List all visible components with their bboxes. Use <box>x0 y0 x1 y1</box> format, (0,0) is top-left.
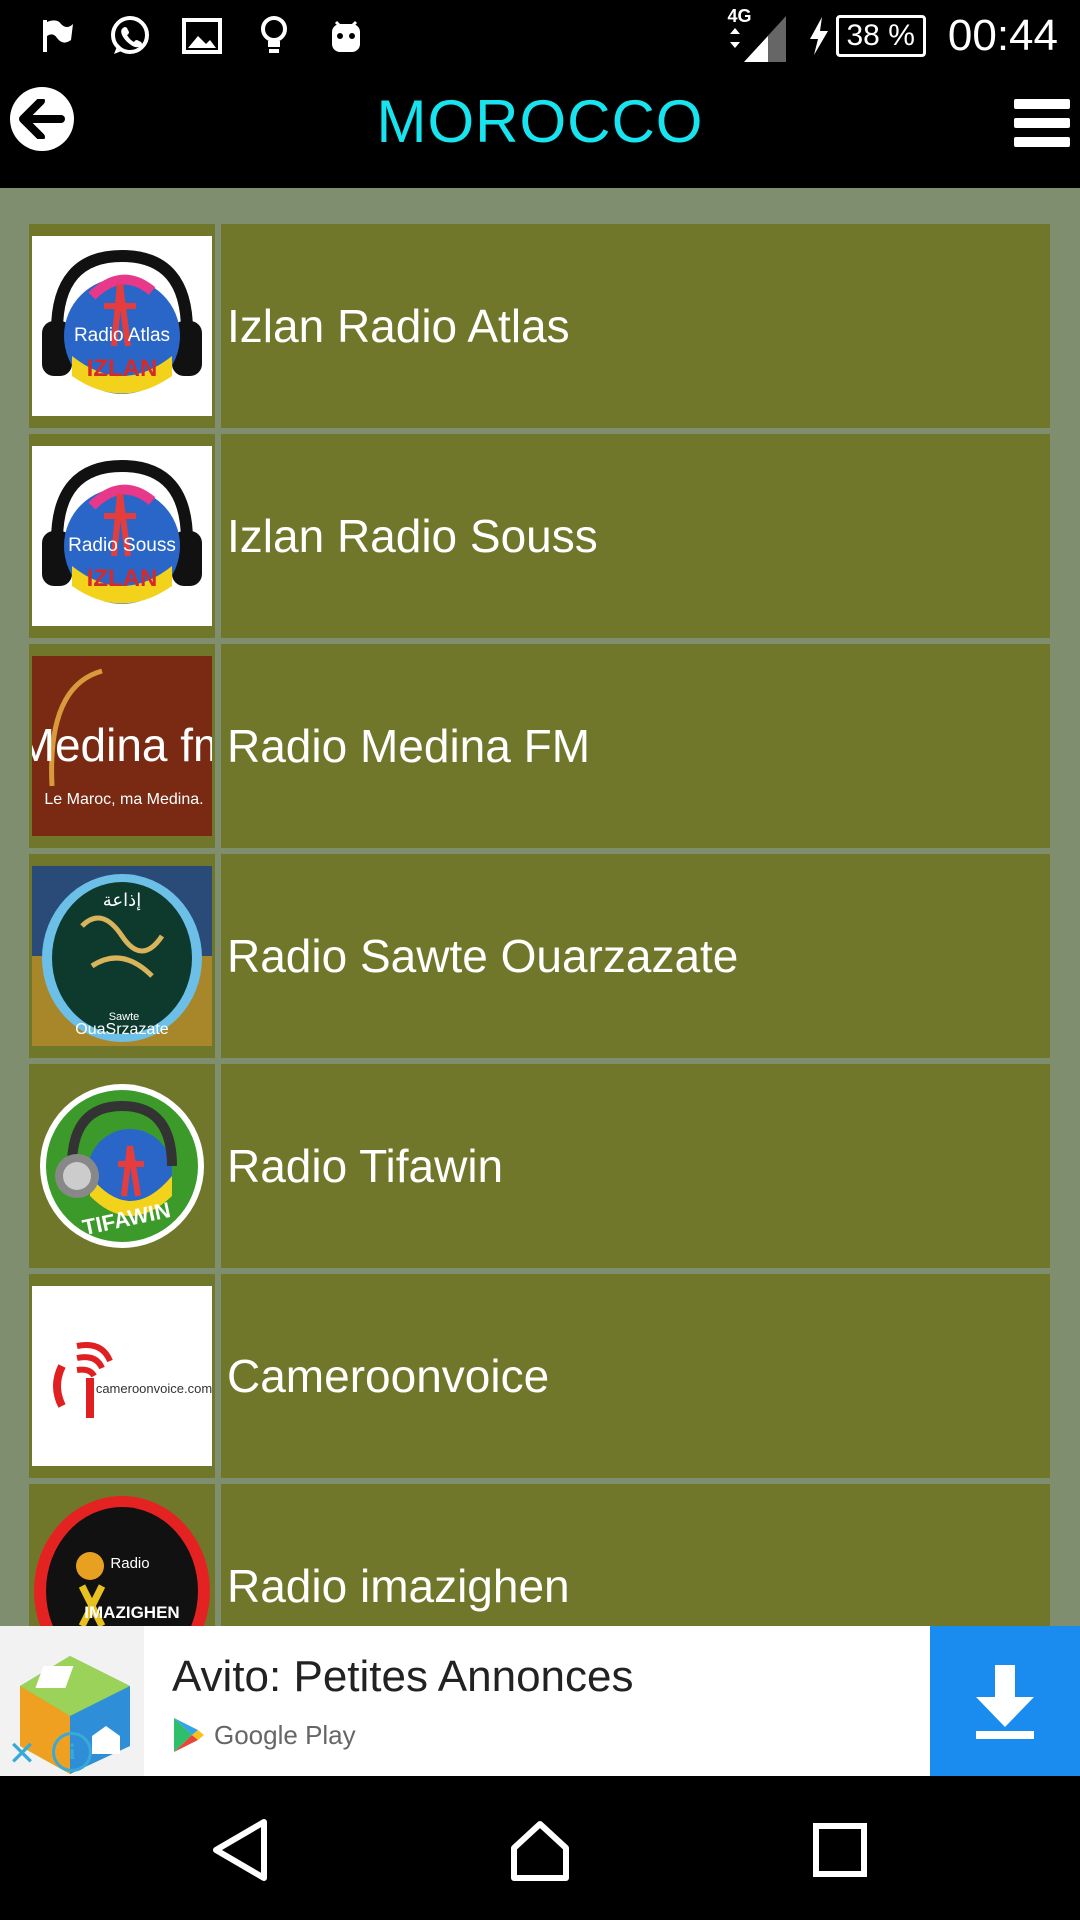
navigation-bar <box>0 1776 1080 1920</box>
android-icon <box>324 14 368 58</box>
battery-indicator: 38 % <box>808 15 926 57</box>
triangle-back-icon <box>213 1819 267 1881</box>
radio-imazighen-logo: Radio IMAZIGHEN <box>32 1496 212 1626</box>
flag-icon <box>36 14 80 58</box>
sawte-ouarzazate-logo: إذاعة Sawte OuaSrzazate <box>32 866 212 1046</box>
notification-icons <box>36 14 368 58</box>
logo-subtext: IZLAN <box>87 565 158 592</box>
whatsapp-icon <box>108 14 152 58</box>
cameroonvoice-logo: cameroonvoice.com <box>32 1286 212 1466</box>
station-row[interactable]: cameroonvoice.com Cameroonvoice <box>29 1274 1050 1478</box>
station-logo-cell: TIFAWIN <box>29 1064 215 1268</box>
download-icon <box>976 1665 1034 1739</box>
station-list-container[interactable]: Radio Atlas IZLAN Izlan Radio Atlas Radi… <box>0 188 1080 1626</box>
google-play-icon <box>174 1718 204 1752</box>
station-name-cell: Radio imazighen <box>221 1484 1050 1626</box>
station-name: Radio imazighen <box>227 1560 570 1612</box>
station-row[interactable]: Radio Atlas IZLAN Izlan Radio Atlas <box>29 224 1050 428</box>
station-name-cell: Radio Sawte Ouarzazate <box>221 854 1050 1058</box>
station-name-cell: Radio Tifawin <box>221 1064 1050 1268</box>
nav-recents-button[interactable] <box>800 1810 880 1890</box>
menu-line <box>1014 118 1070 128</box>
status-bar: 4G 38 % 00:44 <box>0 0 1080 75</box>
signal-icon: 4G <box>724 6 794 64</box>
ad-store-badge: Google Play <box>172 1716 356 1754</box>
station-logo-cell: cameroonvoice.com <box>29 1274 215 1478</box>
medina-fm-logo: Medina fm Le Maroc, ma Medina. <box>32 656 212 836</box>
lightbulb-icon <box>252 14 296 58</box>
clock: 00:44 <box>947 11 1058 60</box>
logo-text: cameroonvoice.com <box>96 1381 212 1396</box>
menu-line <box>1014 99 1070 109</box>
ad-info-icon[interactable]: i <box>52 1732 92 1772</box>
station-name: Radio Tifawin <box>227 1140 504 1192</box>
station-row[interactable]: Radio Souss IZLAN Izlan Radio Souss <box>29 434 1050 638</box>
nav-home-button[interactable] <box>500 1810 580 1890</box>
station-logo-cell: Radio Souss IZLAN <box>29 434 215 638</box>
app-bar: MOROCCO <box>0 75 1080 188</box>
store-name: Google Play <box>214 1719 356 1750</box>
station-name: Izlan Radio Souss <box>227 510 598 562</box>
station-row[interactable]: Medina fm Le Maroc, ma Medina. Radio Med… <box>29 644 1050 848</box>
station-name-cell: Radio Medina FM <box>221 644 1050 848</box>
battery-level: 38 % <box>835 15 926 57</box>
logo-subtext: OuaSrzazate <box>75 1021 168 1038</box>
logo-subtext: IZLAN <box>87 355 158 382</box>
square-recents-icon <box>813 1823 867 1877</box>
izlan-radio-atlas-logo: Radio Atlas IZLAN <box>32 236 212 416</box>
station-name-cell: Izlan Radio Souss <box>221 434 1050 638</box>
tifawin-logo: TIFAWIN <box>32 1076 212 1256</box>
svg-text:إذاعة: إذاعة <box>103 890 141 911</box>
logo-text: Radio Atlas <box>74 325 170 346</box>
charging-icon <box>809 17 828 55</box>
station-name: Cameroonvoice <box>227 1350 550 1402</box>
station-logo-cell: Radio Atlas IZLAN <box>29 224 215 428</box>
logo-subtext: Le Maroc, ma Medina. <box>44 791 203 808</box>
image-icon <box>180 14 224 58</box>
status-indicators: 4G 38 % 00:44 <box>724 6 1058 64</box>
izlan-radio-souss-logo: Radio Souss IZLAN <box>32 446 212 626</box>
station-logo-cell: إذاعة Sawte OuaSrzazate <box>29 854 215 1058</box>
menu-button[interactable] <box>1014 99 1070 147</box>
menu-line <box>1014 137 1070 147</box>
logo-text: Radio <box>110 1555 149 1572</box>
ad-title[interactable]: Avito: Petites Annonces <box>172 1652 633 1702</box>
logo-subtext: IMAZIGHEN <box>84 1603 179 1622</box>
ad-download-button[interactable] <box>930 1626 1080 1776</box>
station-name: Izlan Radio Atlas <box>227 300 570 352</box>
logo-text: Medina fm <box>32 719 212 771</box>
station-row[interactable]: إذاعة Sawte OuaSrzazate Radio Sawte Ouar… <box>29 854 1050 1058</box>
station-logo-cell: Radio IMAZIGHEN <box>29 1484 215 1626</box>
station-row[interactable]: Radio IMAZIGHEN Radio imazighen <box>29 1484 1050 1626</box>
station-name: Radio Sawte Ouarzazate <box>227 930 739 982</box>
station-name-cell: Cameroonvoice <box>221 1274 1050 1478</box>
logo-text: Radio Souss <box>68 535 176 556</box>
ad-banner[interactable]: ✕ i Avito: Petites Annonces Google Play <box>0 1626 1080 1776</box>
station-row[interactable]: TIFAWIN Radio Tifawin <box>29 1064 1050 1268</box>
page-title: MOROCCO <box>376 88 704 155</box>
home-icon <box>511 1821 569 1881</box>
station-name-cell: Izlan Radio Atlas <box>221 224 1050 428</box>
station-list: Radio Atlas IZLAN Izlan Radio Atlas Radi… <box>29 224 1050 1626</box>
station-logo-cell: Medina fm Le Maroc, ma Medina. <box>29 644 215 848</box>
ad-close-icon[interactable]: ✕ <box>2 1734 42 1774</box>
station-name: Radio Medina FM <box>227 720 591 772</box>
nav-back-button[interactable] <box>200 1810 280 1890</box>
